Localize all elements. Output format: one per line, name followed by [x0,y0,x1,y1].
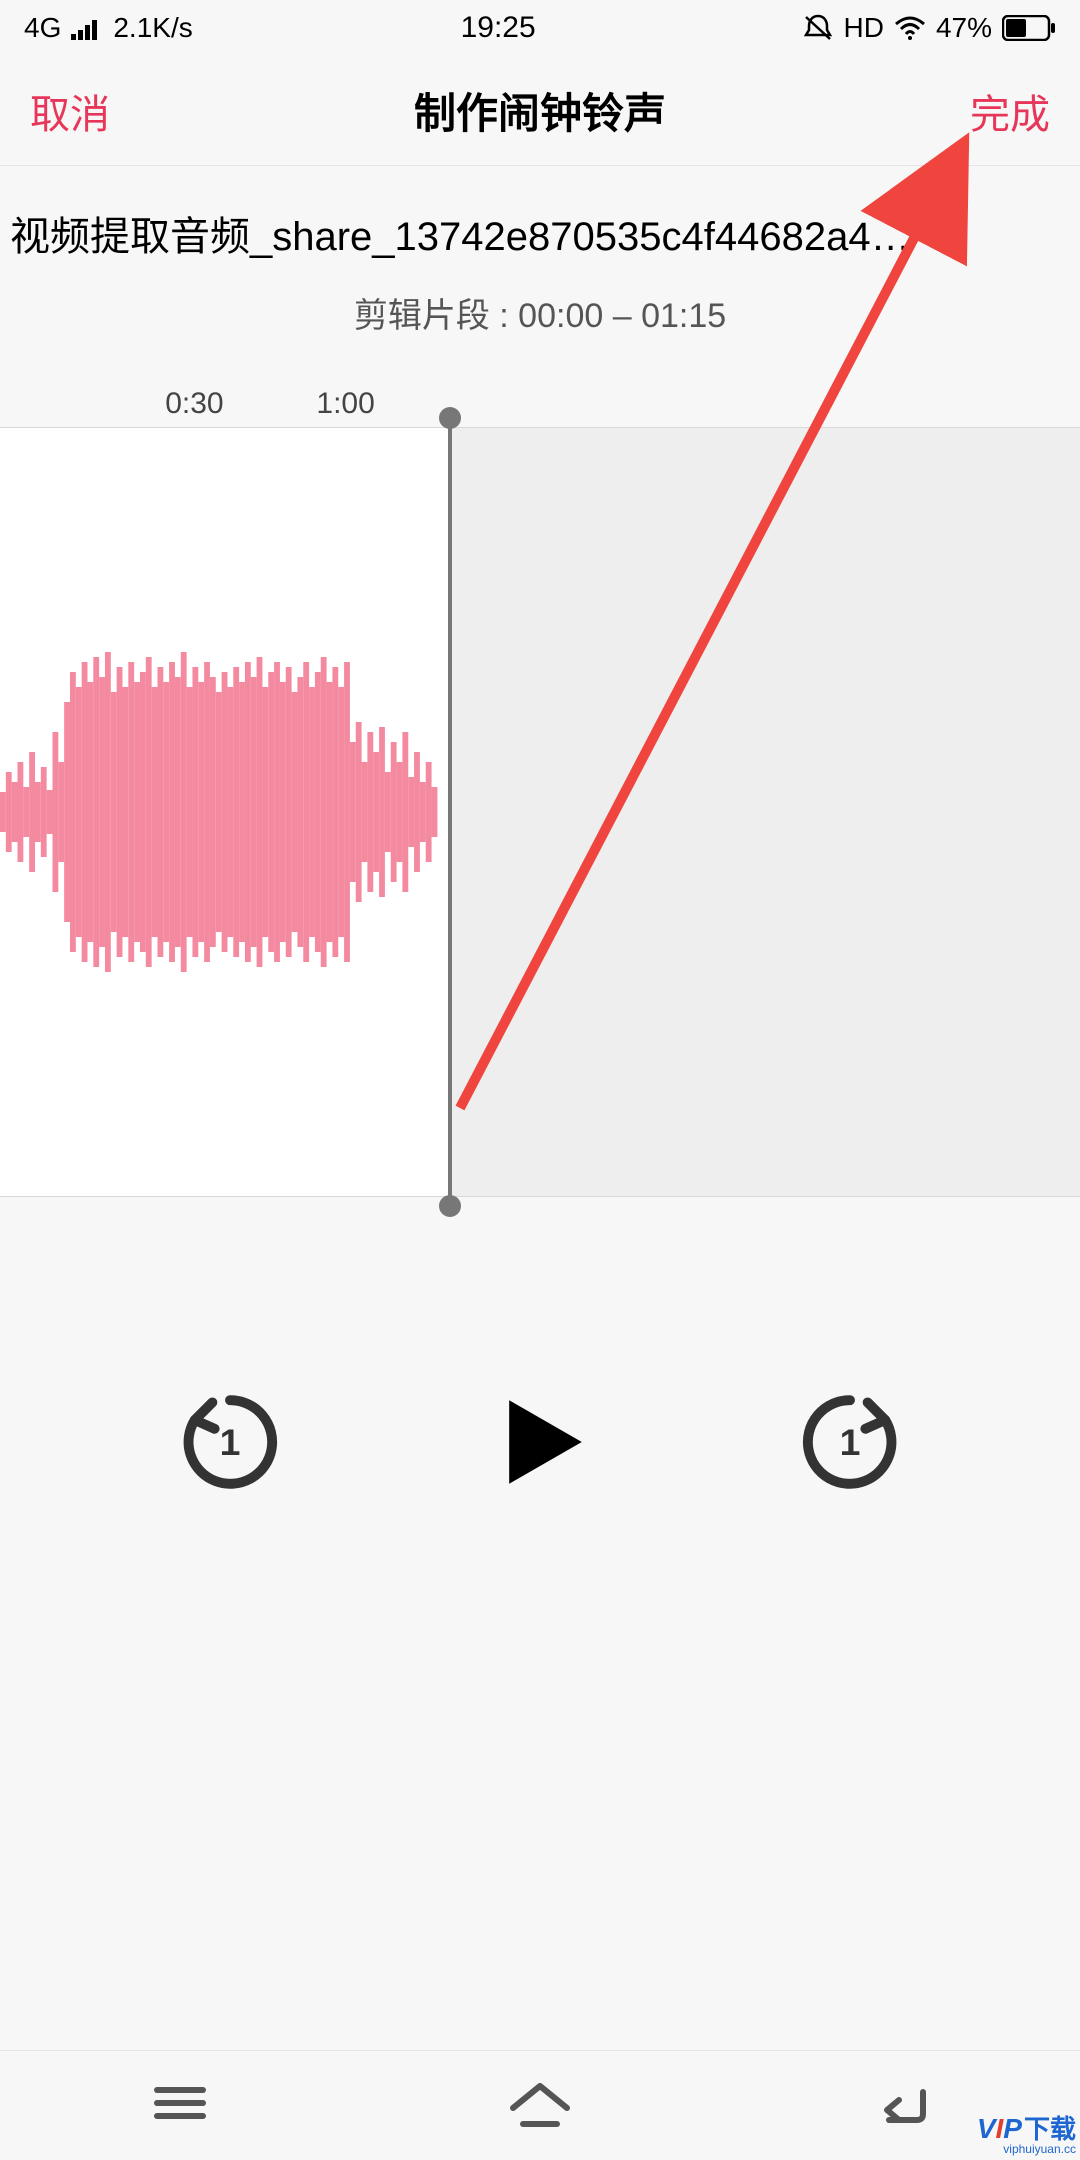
recent-apps-button[interactable] [145,2078,215,2133]
file-name: 视频提取音频_share_13742e870535c4f44682a4… [0,166,1080,282]
signal-icon [71,16,103,40]
play-button[interactable] [485,1387,595,1497]
waveform-editor[interactable] [0,427,1080,1197]
rewind-1s-button[interactable]: 1 [175,1387,285,1497]
status-left: 4G 2.1K/s [24,12,193,44]
home-button[interactable] [505,2078,575,2133]
status-bar: 4G 2.1K/s 19:25 HD 47% [0,0,1080,56]
clip-range-label: 剪辑片段 : 00:00 – 01:15 [0,282,1080,377]
trim-handle[interactable] [448,418,452,1206]
clock: 19:25 [461,11,536,45]
watermark: VIP下载 viphuiyuan.cc [977,2109,1076,2156]
tick-0-30: 0:30 [165,387,223,421]
android-nav-bar [0,2050,1080,2160]
cancel-button[interactable]: 取消 [30,82,110,140]
mute-icon [803,13,833,43]
page-title: 制作闹钟铃声 [414,80,666,141]
svg-text:1: 1 [840,1421,861,1463]
waveform-graphic [0,428,486,1196]
network-speed: 2.1K/s [113,12,192,44]
hd-indicator: HD [843,12,883,44]
done-button[interactable]: 完成 [970,82,1050,140]
battery-icon [1002,15,1056,41]
back-button[interactable] [865,2078,935,2133]
nav-bar: 取消 制作闹钟铃声 完成 [0,56,1080,166]
outside-selection-mask [448,428,1080,1196]
playback-controls: 1 1 [0,1387,1080,1497]
wifi-icon [894,16,926,40]
svg-text:1: 1 [220,1421,241,1463]
watermark-sub: viphuiyuan.cc [977,2142,1076,2156]
network-type: 4G [24,12,61,44]
timeline-ticks: 0:30 1:00 [0,377,1080,427]
battery-pct: 47% [936,12,992,44]
forward-1s-button[interactable]: 1 [795,1387,905,1497]
status-right: HD 47% [803,12,1056,44]
tick-1-00: 1:00 [316,387,374,421]
